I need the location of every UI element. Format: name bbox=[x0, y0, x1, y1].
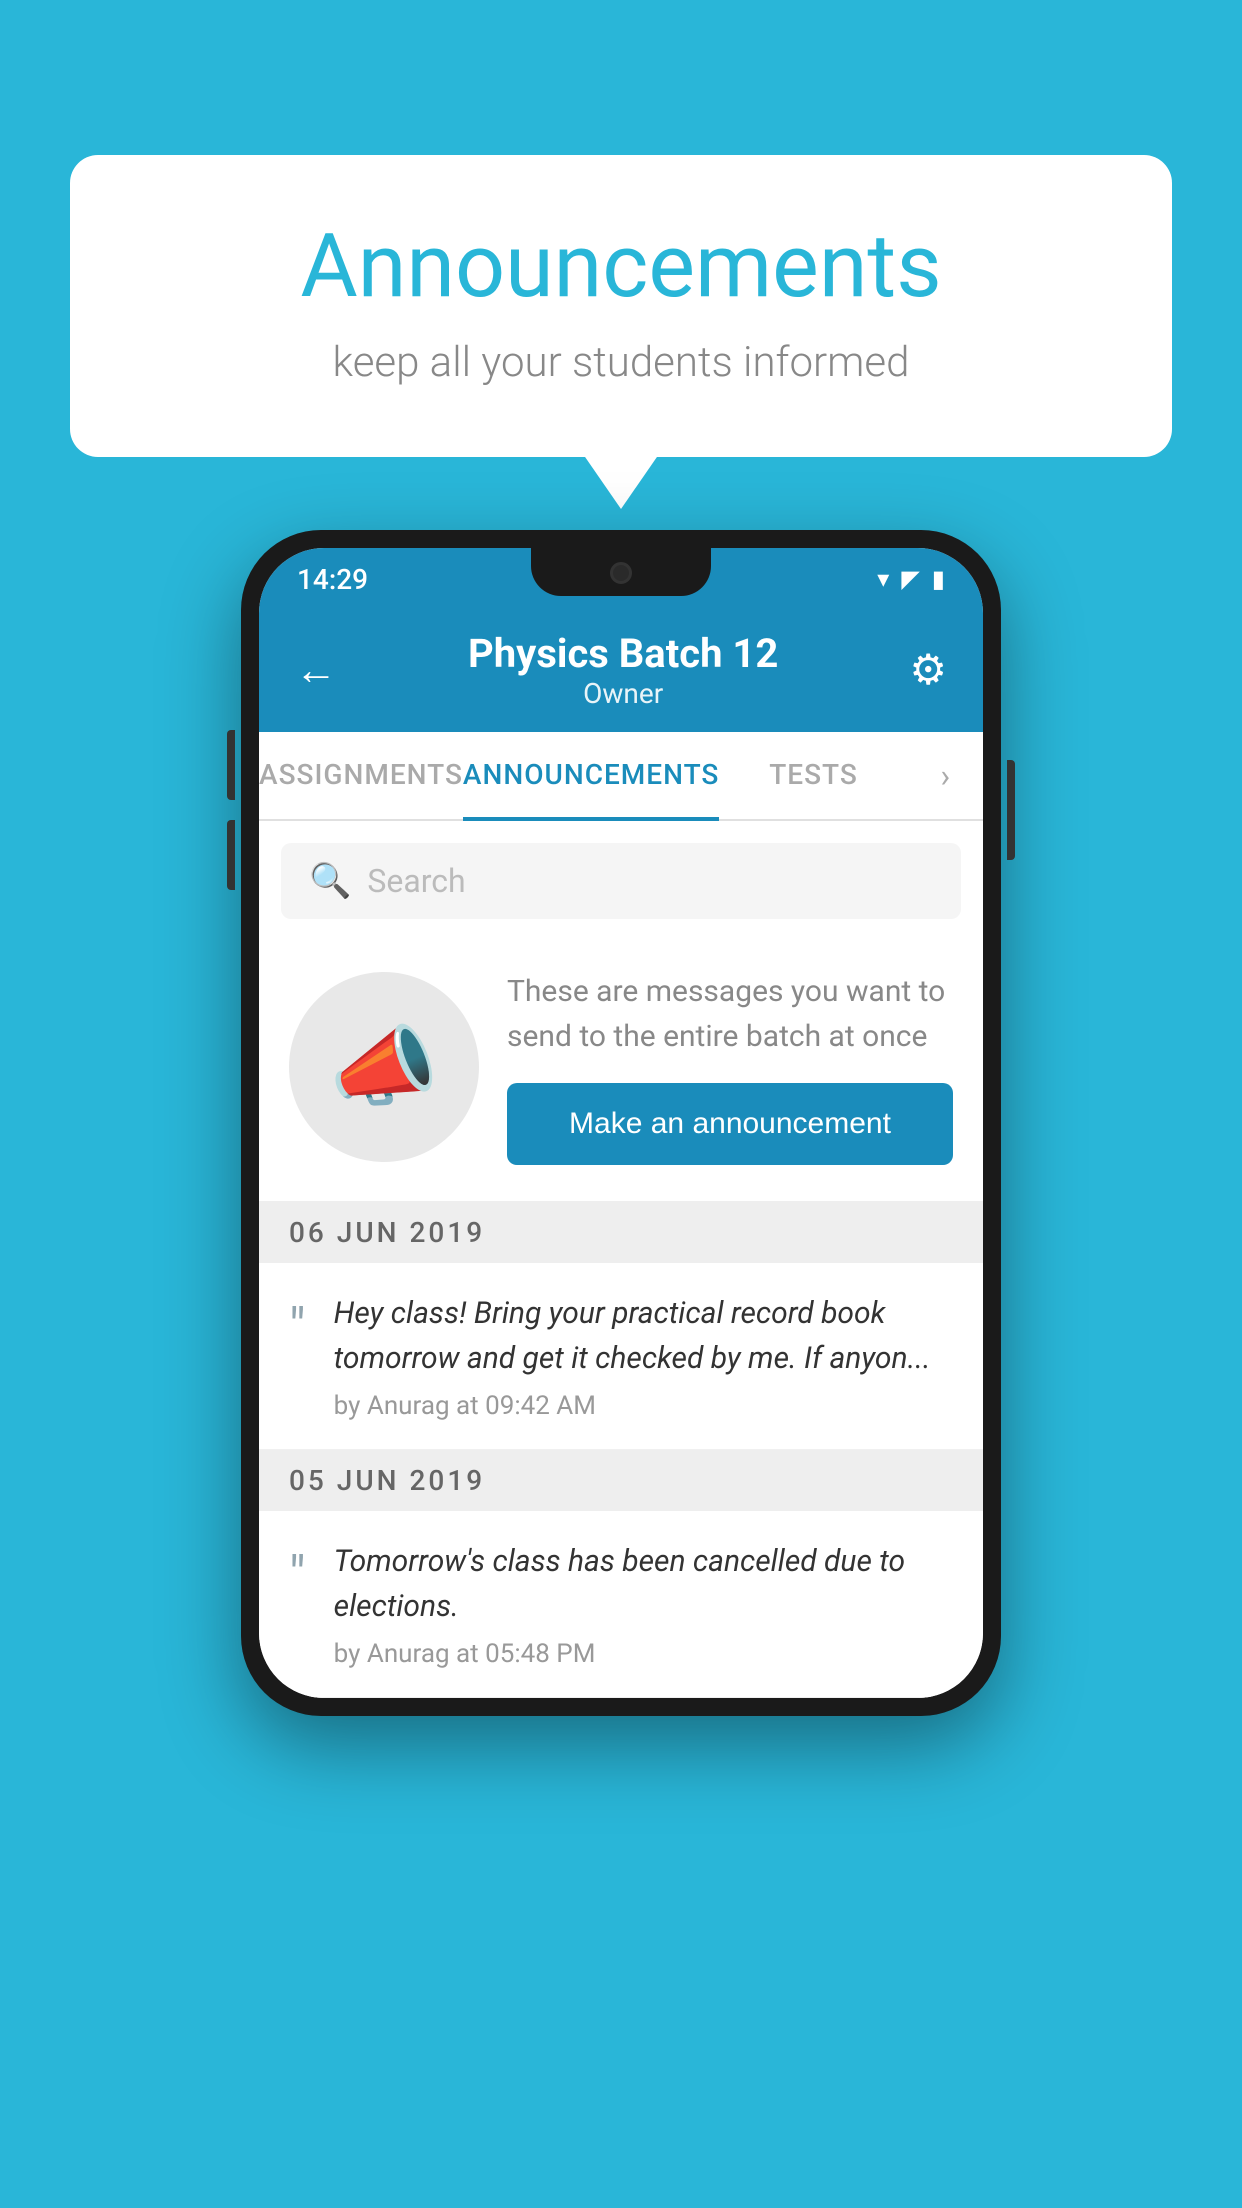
wifi-icon: ▾ bbox=[877, 565, 889, 593]
power-button bbox=[1007, 760, 1015, 860]
status-icons: ▾ ◤ ▮ bbox=[877, 565, 945, 593]
phone-screen: 14:29 ▾ ◤ ▮ ← Physics Batch 12 Owner ⚙ A… bbox=[259, 548, 983, 1698]
megaphone-icon: 📣 bbox=[329, 1016, 439, 1119]
bubble-title: Announcements bbox=[150, 215, 1092, 318]
tab-assignments[interactable]: ASSIGNMENTS bbox=[259, 732, 463, 819]
volume-up-button bbox=[227, 730, 235, 800]
app-header: ← Physics Batch 12 Owner ⚙ bbox=[259, 610, 983, 732]
signal-icon: ◤ bbox=[901, 565, 919, 593]
tab-more-icon[interactable]: › bbox=[908, 732, 983, 819]
search-placeholder: Search bbox=[367, 862, 465, 900]
phone-notch bbox=[531, 548, 711, 596]
prompt-description: These are messages you want to send to t… bbox=[507, 969, 953, 1059]
prompt-content: These are messages you want to send to t… bbox=[507, 969, 953, 1165]
announcement-text-2: Tomorrow's class has been cancelled due … bbox=[334, 1539, 953, 1629]
search-bar[interactable]: 🔍 Search bbox=[281, 843, 961, 919]
tab-tests[interactable]: TESTS bbox=[719, 732, 907, 819]
announcement-content-2: Tomorrow's class has been cancelled due … bbox=[334, 1539, 953, 1669]
announcement-item-2[interactable]: " Tomorrow's class has been cancelled du… bbox=[259, 1511, 983, 1698]
battery-icon: ▮ bbox=[932, 565, 945, 593]
tab-bar: ASSIGNMENTS ANNOUNCEMENTS TESTS › bbox=[259, 732, 983, 821]
announcement-content-1: Hey class! Bring your practical record b… bbox=[334, 1291, 953, 1421]
header-center: Physics Batch 12 Owner bbox=[468, 630, 778, 710]
bubble-subtitle: keep all your students informed bbox=[150, 338, 1092, 387]
tab-announcements[interactable]: ANNOUNCEMENTS bbox=[463, 732, 719, 821]
speech-bubble: Announcements keep all your students inf… bbox=[70, 155, 1172, 457]
date-divider-1: 06 JUN 2019 bbox=[259, 1202, 983, 1263]
quote-icon-2: " bbox=[289, 1545, 306, 1606]
settings-button[interactable]: ⚙ bbox=[909, 645, 947, 695]
megaphone-circle: 📣 bbox=[289, 972, 479, 1162]
quote-icon-1: " bbox=[289, 1297, 306, 1358]
volume-down-button bbox=[227, 820, 235, 890]
announcement-meta-2: by Anurag at 05:48 PM bbox=[334, 1639, 953, 1669]
front-camera bbox=[610, 562, 632, 584]
announcement-item-1[interactable]: " Hey class! Bring your practical record… bbox=[259, 1263, 983, 1450]
announcement-text-1: Hey class! Bring your practical record b… bbox=[334, 1291, 953, 1381]
date-divider-2: 05 JUN 2019 bbox=[259, 1450, 983, 1511]
batch-title: Physics Batch 12 bbox=[468, 630, 778, 677]
phone-container: 14:29 ▾ ◤ ▮ ← Physics Batch 12 Owner ⚙ A… bbox=[241, 530, 1001, 1716]
make-announcement-button[interactable]: Make an announcement bbox=[507, 1083, 953, 1165]
batch-role: Owner bbox=[468, 677, 778, 710]
speech-bubble-area: Announcements keep all your students inf… bbox=[70, 155, 1172, 457]
status-time: 14:29 bbox=[297, 563, 368, 596]
announcement-prompt: 📣 These are messages you want to send to… bbox=[259, 941, 983, 1202]
announcement-meta-1: by Anurag at 09:42 AM bbox=[334, 1391, 953, 1421]
phone-mockup: 14:29 ▾ ◤ ▮ ← Physics Batch 12 Owner ⚙ A… bbox=[241, 530, 1001, 1716]
back-button[interactable]: ← bbox=[295, 646, 337, 695]
search-icon: 🔍 bbox=[309, 861, 351, 901]
